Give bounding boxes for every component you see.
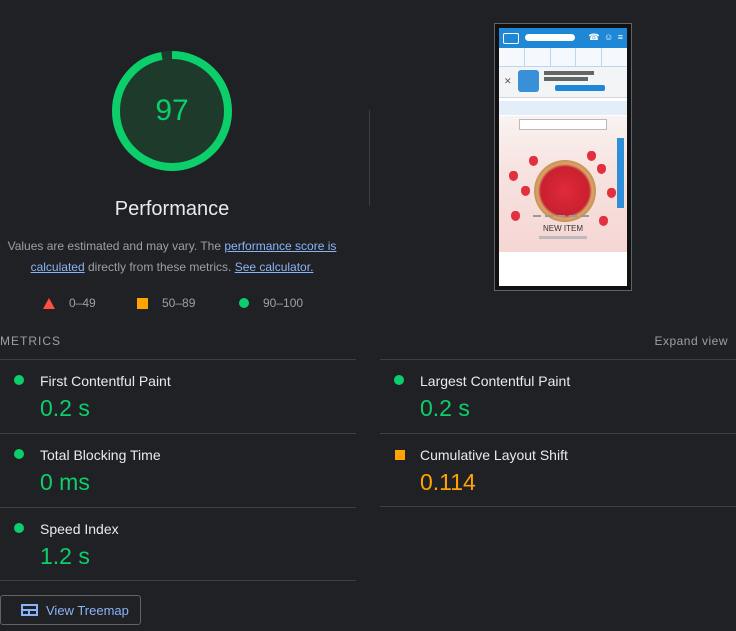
- legend-label: 90–100: [263, 296, 304, 310]
- metric-cumulative-layout-shift: Cumulative Layout Shift 0.114: [380, 433, 736, 508]
- note-middle: directly from these metrics.: [84, 260, 235, 274]
- close-icon: ✕: [504, 76, 512, 86]
- metric-name: Total Blocking Time: [40, 447, 161, 463]
- treemap-button-label: View Treemap: [46, 602, 129, 618]
- gauge-title: Performance: [114, 198, 230, 220]
- legend-item-fail: 0–49: [43, 296, 96, 310]
- metric-value: 1.2 s: [40, 543, 90, 569]
- metric-value: 0 ms: [40, 469, 90, 495]
- carousel-dots: [533, 215, 593, 217]
- app-button: [555, 85, 605, 91]
- pass-circle-icon: [394, 375, 404, 385]
- metric-name: First Contentful Paint: [40, 373, 171, 389]
- see-calculator-link[interactable]: See calculator.: [235, 260, 314, 274]
- campaign-label: [519, 119, 607, 130]
- new-item-heading: NEW ITEM: [543, 224, 583, 233]
- metric-name: Cumulative Layout Shift: [420, 447, 568, 463]
- delivery-date-bar: [499, 101, 627, 115]
- metric-value: 0.114: [420, 469, 476, 495]
- final-screenshot[interactable]: ☎ ☺ ≡ ✕ NEW ITEM: [494, 23, 632, 291]
- gauge-score: 97: [155, 94, 189, 127]
- square-icon: [137, 297, 148, 309]
- metrics-heading: METRICS: [0, 334, 61, 348]
- legend-item-average: 50–89: [137, 296, 195, 310]
- side-stripe: [617, 138, 624, 208]
- view-treemap-button[interactable]: View Treemap: [0, 595, 141, 625]
- app-banner: ✕: [499, 67, 627, 98]
- pass-circle-icon: [14, 449, 24, 459]
- metric-speed-index: Speed Index 1.2 s: [0, 507, 356, 582]
- metric-total-blocking-time: Total Blocking Time 0 ms: [0, 433, 356, 508]
- treemap-icon: [21, 604, 38, 616]
- metric-name: Speed Index: [40, 521, 119, 537]
- mobile-nav: [499, 48, 627, 67]
- performance-gauge: 97: [111, 50, 233, 172]
- mobile-search-bar: [525, 34, 575, 41]
- strawberry-tart: [534, 160, 596, 222]
- pass-circle-icon: [14, 523, 24, 533]
- note-prefix: Values are estimated and may vary. The: [7, 239, 225, 253]
- divider: [380, 506, 736, 507]
- legend-label: 0–49: [69, 296, 96, 310]
- score-note: Values are estimated and may vary. The p…: [0, 236, 344, 278]
- score-legend: 0–49 50–89 90–100: [0, 296, 344, 310]
- legend-label: 50–89: [162, 296, 196, 310]
- metric-name: Largest Contentful Paint: [420, 373, 571, 389]
- vertical-divider: [369, 110, 370, 206]
- screenshot-page: ☎ ☺ ≡ ✕ NEW ITEM: [499, 28, 627, 286]
- expand-view-toggle[interactable]: Expand view: [654, 334, 728, 348]
- new-item-subtitle: [539, 236, 587, 239]
- metric-value: 0.2 s: [40, 395, 90, 421]
- metric-largest-contentful-paint: Largest Contentful Paint 0.2 s: [380, 359, 736, 434]
- legend-item-pass: 90–100: [239, 296, 303, 310]
- metric-first-contentful-paint: First Contentful Paint 0.2 s: [0, 359, 356, 434]
- mobile-header: ☎ ☺ ≡: [499, 28, 627, 48]
- average-square-icon: [395, 450, 405, 460]
- divider: [0, 580, 356, 581]
- app-icon: [518, 70, 539, 92]
- pass-circle-icon: [14, 375, 24, 385]
- header-icons: ☎ ☺ ≡: [588, 32, 624, 42]
- triangle-icon: [43, 297, 55, 309]
- metric-value: 0.2 s: [420, 395, 470, 421]
- site-logo: [503, 33, 519, 44]
- circle-icon: [239, 298, 249, 308]
